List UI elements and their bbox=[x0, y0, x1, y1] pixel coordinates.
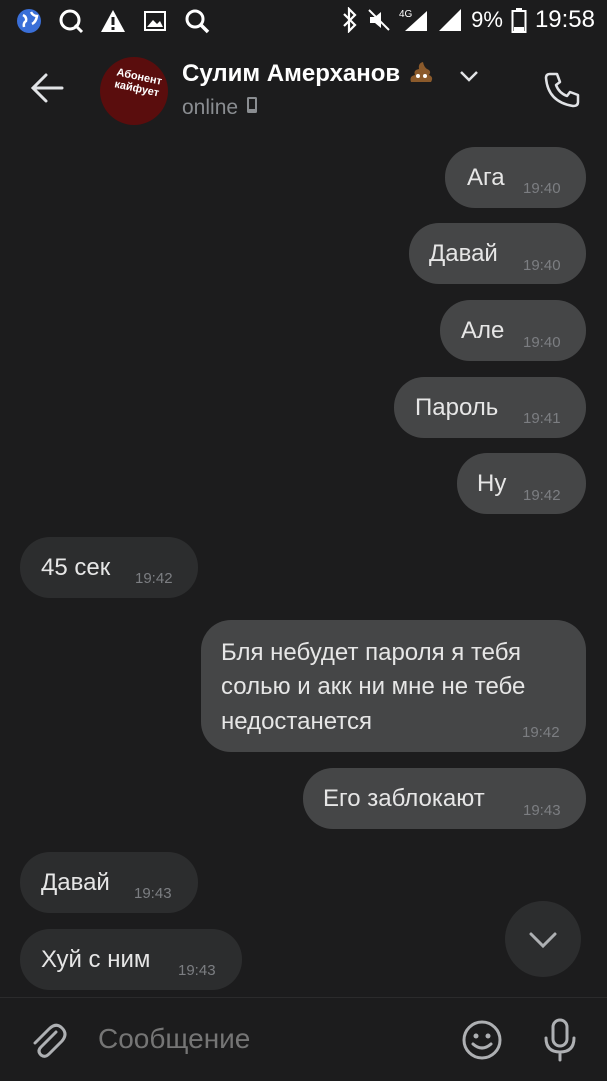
message-time: 19:43 bbox=[178, 962, 216, 979]
message-text: Ага bbox=[467, 164, 505, 191]
network-label: 4G bbox=[399, 9, 413, 20]
system-icons: 4G 9% 19:58 bbox=[341, 6, 595, 34]
microphone-icon bbox=[544, 1018, 576, 1062]
message-text: Але bbox=[461, 317, 505, 344]
arrow-left-icon bbox=[30, 73, 64, 103]
smiley-icon bbox=[462, 1020, 502, 1060]
scroll-down-button[interactable] bbox=[505, 901, 581, 977]
message-text-line: Бля небудет пароля я тебя bbox=[221, 639, 521, 666]
message-time: 19:42 bbox=[135, 570, 173, 587]
message-bubble-outgoing[interactable]: Ну 19:42 bbox=[457, 453, 586, 514]
message-time: 19:42 bbox=[523, 487, 561, 504]
message-time: 19:40 bbox=[523, 334, 561, 351]
message-bubble-outgoing[interactable]: Давай 19:40 bbox=[409, 223, 586, 284]
message-time: 19:40 bbox=[523, 180, 561, 197]
message-bubble-outgoing[interactable]: Бля небудет пароля я тебя солью и акк ни… bbox=[201, 620, 586, 752]
avatar-text: Абонент кайфует bbox=[113, 66, 164, 100]
message-bubble-outgoing[interactable]: Его заблокают 19:43 bbox=[303, 768, 586, 829]
search-icon bbox=[182, 6, 212, 36]
message-time: 19:40 bbox=[523, 257, 561, 274]
signal-icon-2 bbox=[437, 7, 463, 33]
message-bubble-incoming[interactable]: Давай 19:43 bbox=[20, 852, 198, 913]
paperclip-icon bbox=[33, 1023, 67, 1058]
clock: 19:58 bbox=[534, 6, 595, 33]
message-time: 19:41 bbox=[523, 410, 561, 427]
message-time: 19:43 bbox=[523, 802, 561, 819]
status-bar: 4G 9% 19:58 bbox=[0, 0, 607, 42]
composer bbox=[0, 997, 607, 1081]
mute-icon bbox=[367, 8, 391, 32]
image-icon bbox=[140, 6, 170, 36]
notification-icons bbox=[14, 6, 212, 36]
warning-icon bbox=[98, 6, 128, 36]
message-text: Давай bbox=[41, 869, 110, 896]
contact-name-text: Сулим Амерханов bbox=[182, 60, 401, 87]
message-time: 19:42 bbox=[522, 724, 560, 741]
message-bubble-outgoing[interactable]: Ага 19:40 bbox=[445, 147, 586, 208]
signal-icon: 4G bbox=[399, 7, 429, 33]
message-time: 19:43 bbox=[134, 885, 172, 902]
avatar[interactable]: Абонент кайфует bbox=[100, 57, 168, 125]
battery-percent: 9% bbox=[471, 7, 503, 32]
contact-name[interactable]: Сулим Амерханов bbox=[182, 60, 435, 88]
message-text: Давай bbox=[429, 240, 498, 267]
message-text: 45 сек bbox=[41, 554, 111, 581]
message-bubble-outgoing[interactable]: Пароль 19:41 bbox=[394, 377, 586, 438]
phone-icon bbox=[544, 72, 580, 108]
online-status: online bbox=[182, 96, 258, 120]
battery-icon bbox=[511, 7, 527, 33]
chevron-down-icon[interactable] bbox=[458, 68, 480, 89]
globe-icon bbox=[14, 6, 44, 36]
call-button[interactable] bbox=[540, 66, 586, 112]
qlink-icon bbox=[56, 6, 86, 36]
attach-button[interactable] bbox=[26, 1018, 70, 1067]
mobile-phone-icon bbox=[246, 96, 258, 120]
message-bubble-incoming[interactable]: 45 сек 19:42 bbox=[20, 537, 198, 598]
chat-header: Абонент кайфует Сулим Амерханов online bbox=[0, 42, 607, 134]
message-text: Пароль bbox=[415, 394, 499, 421]
message-input[interactable] bbox=[96, 1022, 440, 1056]
message-text: Его заблокают bbox=[323, 785, 485, 812]
message-text: Хуй с ним bbox=[41, 946, 151, 973]
message-text-line: недостанется bbox=[221, 708, 373, 735]
message-bubble-outgoing[interactable]: Але 19:40 bbox=[440, 300, 586, 361]
message-text: Ну bbox=[477, 470, 507, 497]
message-bubble-incoming[interactable]: Хуй с ним 19:43 bbox=[20, 929, 242, 990]
chevron-down-icon bbox=[529, 932, 557, 949]
status-text: online bbox=[182, 96, 239, 119]
message-text-line: солью и акк ни мне не тебе bbox=[221, 673, 526, 700]
poop-emoji-icon bbox=[407, 60, 435, 87]
voice-record-button[interactable] bbox=[540, 1016, 580, 1069]
bluetooth-icon bbox=[341, 7, 359, 33]
back-button[interactable] bbox=[24, 64, 72, 112]
emoji-button[interactable] bbox=[460, 1018, 504, 1067]
